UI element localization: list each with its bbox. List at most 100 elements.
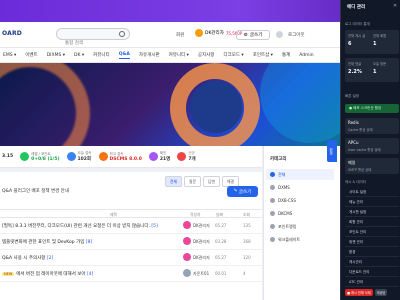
post-views: 135 [243, 223, 251, 228]
post-title-cell[interactable]: 템플릿변화에 관한 표인트 및 DevKop 가입 [8] [2, 239, 92, 245]
stats-bar: 3.15 레벨 / 포인트 0+0/8 (1/5) 오늘 접속 102회 최고 접속… [0, 146, 262, 168]
new-badge: NEW [2, 272, 15, 276]
post-title: [필독] 8.3.1 버전부터, 다크모드(UI) 관련 개선 요청은 더 이상… [2, 224, 150, 229]
category-item[interactable]: 워크플레이트 [266, 234, 334, 245]
admin-stat-label: 전체 게시 글 [348, 34, 366, 38]
author-avatar [183, 221, 191, 229]
stat-item: 화인 21명 [148, 151, 170, 162]
post-title-cell[interactable]: NEW 에서 버전 업 레이아웃에 대해서 보아 [4] [2, 271, 93, 277]
admin-menu-item[interactable]: 포인트 관리 [345, 228, 399, 237]
notification-icon[interactable] [276, 31, 283, 38]
post-author[interactable]: 카운트01 [193, 271, 209, 277]
board-panel: 전체 질문 답변 해결 Q&A 플러그인 배포 정책 변경 안내 ✎ 글쓰기 제… [0, 172, 262, 300]
category-item[interactable]: DXMS [266, 182, 334, 193]
member-label[interactable]: 회원 [176, 32, 184, 38]
dot-icon [270, 224, 275, 229]
stat-item: 3.15 [2, 154, 13, 159]
post-author[interactable]: DK관리자 [193, 255, 210, 261]
category-label: DXB-CSS [278, 198, 296, 203]
status-sub: Cache 활성 상태 [348, 128, 373, 132]
table-row[interactable]: 템플릿변화에 관한 표인트 및 DevKop 가입 [8] DK관리자 03.2… [0, 234, 262, 250]
search-box[interactable] [56, 28, 130, 49]
admin-menu-item[interactable]: 회원 관리 [345, 218, 399, 227]
nav-item[interactable]: 이벤트 [25, 52, 37, 58]
mail-status-card[interactable]: 메일 SMTP 활성 상태 [345, 158, 399, 174]
dot-icon [270, 198, 275, 203]
side-widget-tab[interactable]: 위젯 [327, 140, 337, 162]
nav-item[interactable]: 커뮤니티 [93, 52, 110, 58]
post-author[interactable]: DK관리자 [193, 223, 210, 229]
nav-item[interactable]: DK ▾ [74, 53, 84, 58]
comment-count: [2] [46, 256, 54, 261]
filter-tab[interactable]: 질문 [184, 176, 201, 187]
admin-menu-item[interactable]: 메뉴 관리 [345, 198, 399, 207]
nav-item[interactable]: 통계 [282, 52, 290, 58]
category-item[interactable]: DXB-CSS [266, 195, 334, 206]
category-item[interactable]: 포인트랭킹 [266, 221, 334, 232]
search-input[interactable] [57, 38, 117, 49]
author-avatar [183, 253, 191, 261]
admin-menu-item[interactable]: 다운로드 관리 [345, 268, 399, 277]
stat-item: 레벨 / 포인트 0+0/8 (1/5) [20, 152, 60, 162]
post-title: 에서 버전 업 레이아웃에 대해서 보아 [16, 272, 86, 277]
filter-tab[interactable]: 답변 [203, 176, 220, 187]
admin-menu-item[interactable]: 위젯 관리 [345, 238, 399, 247]
screenshot-toggle-button[interactable]: ● 배포 스크린샷 활성 [345, 104, 399, 113]
admin-stat-label: 오늘 방문 [373, 62, 387, 66]
admin-menu-item[interactable]: ATC 관리 [345, 278, 399, 287]
site-header: OARD 회원 DK관리자 75,560P ⚙ 글쓰기 로그아웃 [0, 22, 340, 49]
header-write-label: 글쓰기 [249, 33, 263, 38]
nav-item[interactable]: 커뮤니티 ▾ [169, 52, 189, 58]
comment-count: [8] [85, 240, 93, 245]
nav-item[interactable]: 다크모드 ▾ [223, 52, 243, 58]
dot-icon [270, 172, 275, 177]
admin-menu-item[interactable]: 사이트 설정 [345, 188, 399, 197]
nav-item[interactable]: Admin [299, 53, 313, 58]
post-title-cell[interactable]: [필독] 8.3.1 버전부터, 다크모드(UI) 관련 개선 요청은 더 이상… [2, 223, 158, 229]
stat-value: 0+0/8 (1/5) [31, 156, 60, 162]
table-row[interactable]: NEW 에서 버전 업 레이아웃에 대해서 보아 [4] 카운트01 00.01 … [0, 266, 262, 282]
banner-ring-shape [0, 63, 90, 146]
category-item[interactable]: 전체 [266, 169, 334, 180]
admin-menu-item[interactable]: 캐시관리 [345, 258, 399, 267]
status-title: APCu [348, 140, 359, 145]
logout-link[interactable]: 로그아웃 [288, 32, 305, 38]
stat-item: 신규 7개 [177, 151, 196, 162]
regenerate-button[interactable]: 재생성 [374, 289, 388, 296]
admin-footer: ■ 캐시 전체 삭제 재생성 [345, 289, 388, 296]
dot-icon [270, 185, 275, 190]
clear-cache-button[interactable]: ■ 캐시 전체 삭제 [345, 289, 373, 296]
post-author[interactable]: DK관리자 [193, 239, 210, 245]
nav-item[interactable]: 공지사항 [198, 52, 215, 58]
post-views: 168 [243, 239, 251, 244]
admin-menu-item[interactable]: 환경 [345, 248, 399, 257]
nav-item[interactable]: 자유게시판 [139, 52, 160, 58]
stat-icon [66, 152, 76, 161]
category-panel: 카테고리 전체 DXMS DXB-CSS DKCMS 포인트랭킹 워크플레이트 [263, 146, 340, 300]
table-row[interactable]: [필독] 8.3.1 버전부터, 다크모드(UI) 관련 개선 요청은 더 이상… [0, 218, 262, 234]
author-avatar [183, 269, 191, 277]
write-post-button[interactable]: ✎ 글쓰기 [227, 186, 258, 197]
apcu-status-card[interactable]: APCu User cache 활성 상태 [345, 138, 399, 154]
dot-icon [270, 237, 275, 242]
site-logo[interactable]: OARD [2, 30, 22, 37]
close-icon[interactable]: ✕ [393, 3, 397, 9]
nav-item[interactable]: DIXMS ▾ [47, 53, 65, 58]
nav-item-active[interactable]: Q&A [118, 52, 130, 59]
filter-tab[interactable]: 전체 [165, 176, 182, 187]
admin-stat-value: 6 [348, 41, 352, 47]
dot-icon [270, 211, 275, 216]
search-icon[interactable] [119, 31, 125, 37]
category-header: 카테고리 [270, 157, 287, 162]
nav-item[interactable]: 포인트샵 ▾ [253, 52, 273, 58]
post-title-cell[interactable]: Q&A 사용 시 주의사항 [2] [2, 255, 53, 261]
table-row[interactable]: Q&A 사용 시 주의사항 [2] DK관리자 05.27 120 [0, 250, 262, 266]
redis-status-card[interactable]: Redis Cache 활성 상태 [345, 118, 399, 134]
admin-stat-value: 1 [373, 41, 377, 47]
admin-menu-item[interactable]: 게시판 설정 [345, 208, 399, 217]
board-notice-title[interactable]: Q&A 플러그인 배포 정책 변경 안내 [2, 188, 69, 194]
header-write-button[interactable]: ⚙ 글쓰기 [236, 30, 270, 40]
category-item[interactable]: DKCMS [266, 208, 334, 219]
nav-item[interactable]: EMS ▾ [3, 53, 16, 58]
category-label: 포인트랭킹 [278, 223, 297, 229]
